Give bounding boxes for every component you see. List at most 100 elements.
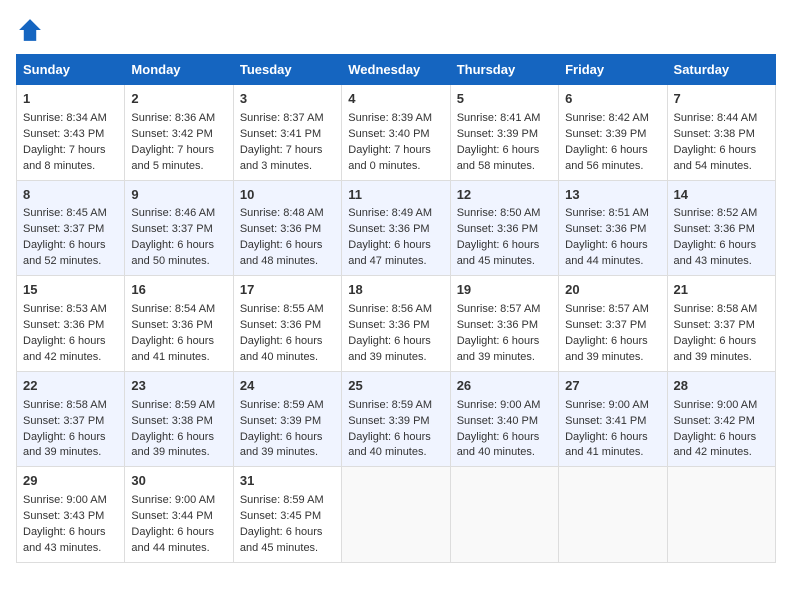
sunset-label: Sunset: 3:39 PM: [348, 415, 429, 427]
sunrise-label: Sunrise: 8:59 AM: [131, 399, 215, 411]
daylight-label: Daylight: 6 hours and 45 minutes.: [240, 526, 323, 554]
calendar-cell: 31Sunrise: 8:59 AMSunset: 3:45 PMDayligh…: [233, 467, 341, 563]
day-number: 8: [23, 186, 118, 205]
calendar-cell: 1 Sunrise: 8:34 AM Sunset: 3:43 PM Daylight…: [17, 85, 125, 181]
daylight-label: Daylight: 7 hours and 5 minutes.: [131, 144, 214, 172]
sunset-label: Sunset: 3:36 PM: [348, 223, 429, 235]
day-number: 27: [565, 377, 660, 396]
sunset-label: Sunset: 3:36 PM: [131, 319, 212, 331]
day-number: 15: [23, 281, 118, 300]
calendar-cell: [559, 467, 667, 563]
sunset-label: Sunset: 3:45 PM: [240, 510, 321, 522]
day-number: 6: [565, 90, 660, 109]
calendar-cell: 14Sunrise: 8:52 AMSunset: 3:36 PMDayligh…: [667, 180, 775, 276]
calendar-week-row: 22Sunrise: 8:58 AMSunset: 3:37 PMDayligh…: [17, 371, 776, 467]
day-number: 26: [457, 377, 552, 396]
calendar-table: SundayMondayTuesdayWednesdayThursdayFrid…: [16, 54, 776, 563]
calendar-cell: 3Sunrise: 8:37 AMSunset: 3:41 PMDaylight…: [233, 85, 341, 181]
sunset-label: Sunset: 3:43 PM: [23, 128, 104, 140]
sunset-label: Sunset: 3:43 PM: [23, 510, 104, 522]
sunrise-label: Sunrise: 8:56 AM: [348, 303, 432, 315]
sunset-label: Sunset: 3:36 PM: [457, 223, 538, 235]
col-header-saturday: Saturday: [667, 55, 775, 85]
calendar-cell: 8Sunrise: 8:45 AMSunset: 3:37 PMDaylight…: [17, 180, 125, 276]
col-header-wednesday: Wednesday: [342, 55, 450, 85]
sunset-label: Sunset: 3:37 PM: [674, 319, 755, 331]
day-number: 28: [674, 377, 769, 396]
calendar-cell: 18Sunrise: 8:56 AMSunset: 3:36 PMDayligh…: [342, 276, 450, 372]
sunrise-label: Sunrise: 8:59 AM: [240, 494, 324, 506]
daylight-label: Daylight: 6 hours and 41 minutes.: [131, 335, 214, 363]
sunrise-label: Sunrise: 8:41 AM: [457, 112, 541, 124]
daylight-label: Daylight: 6 hours and 44 minutes.: [131, 526, 214, 554]
day-number: 21: [674, 281, 769, 300]
calendar-week-row: 1 Sunrise: 8:34 AM Sunset: 3:43 PM Daylight…: [17, 85, 776, 181]
day-number: 19: [457, 281, 552, 300]
calendar-cell: 5Sunrise: 8:41 AMSunset: 3:39 PMDaylight…: [450, 85, 558, 181]
calendar-cell: 4Sunrise: 8:39 AMSunset: 3:40 PMDaylight…: [342, 85, 450, 181]
sunrise-label: Sunrise: 8:46 AM: [131, 207, 215, 219]
sunset-label: Sunset: 3:36 PM: [23, 319, 104, 331]
calendar-cell: 11Sunrise: 8:49 AMSunset: 3:36 PMDayligh…: [342, 180, 450, 276]
sunset-label: Sunset: 3:40 PM: [457, 415, 538, 427]
sunrise-label: Sunrise: 8:58 AM: [674, 303, 758, 315]
sunrise-label: Sunrise: 8:58 AM: [23, 399, 107, 411]
calendar-cell: 12Sunrise: 8:50 AMSunset: 3:36 PMDayligh…: [450, 180, 558, 276]
calendar-cell: 13Sunrise: 8:51 AMSunset: 3:36 PMDayligh…: [559, 180, 667, 276]
day-number: 14: [674, 186, 769, 205]
daylight-label: Daylight: 6 hours and 42 minutes.: [23, 335, 106, 363]
daylight-label: Daylight: 7 hours and 3 minutes.: [240, 144, 323, 172]
sunrise-label: Sunrise: 9:00 AM: [131, 494, 215, 506]
daylight-label: Daylight: 6 hours and 40 minutes.: [348, 431, 431, 459]
col-header-tuesday: Tuesday: [233, 55, 341, 85]
sunrise-label: Sunrise: 8:44 AM: [674, 112, 758, 124]
calendar-cell: 26Sunrise: 9:00 AMSunset: 3:40 PMDayligh…: [450, 371, 558, 467]
calendar-cell: 24Sunrise: 8:59 AMSunset: 3:39 PMDayligh…: [233, 371, 341, 467]
sunrise-label: Sunrise: 8:51 AM: [565, 207, 649, 219]
col-header-sunday: Sunday: [17, 55, 125, 85]
sunrise-label: Sunrise: 8:59 AM: [240, 399, 324, 411]
sunrise-label: Sunrise: 9:00 AM: [674, 399, 758, 411]
daylight-label: Daylight: 7 hours and 0 minutes.: [348, 144, 431, 172]
sunrise-label: Sunrise: 8:59 AM: [348, 399, 432, 411]
logo-icon: [16, 16, 44, 44]
sunset-label: Sunset: 3:36 PM: [457, 319, 538, 331]
calendar-cell: 30Sunrise: 9:00 AMSunset: 3:44 PMDayligh…: [125, 467, 233, 563]
calendar-cell: 2Sunrise: 8:36 AMSunset: 3:42 PMDaylight…: [125, 85, 233, 181]
calendar-cell: 28Sunrise: 9:00 AMSunset: 3:42 PMDayligh…: [667, 371, 775, 467]
calendar-cell: 23Sunrise: 8:59 AMSunset: 3:38 PMDayligh…: [125, 371, 233, 467]
sunrise-label: Sunrise: 8:34 AM: [23, 112, 107, 124]
day-number: 22: [23, 377, 118, 396]
calendar-week-row: 15Sunrise: 8:53 AMSunset: 3:36 PMDayligh…: [17, 276, 776, 372]
sunset-label: Sunset: 3:36 PM: [674, 223, 755, 235]
day-number: 1: [23, 90, 118, 109]
sunrise-label: Sunrise: 8:57 AM: [565, 303, 649, 315]
calendar-cell: 15Sunrise: 8:53 AMSunset: 3:36 PMDayligh…: [17, 276, 125, 372]
sunset-label: Sunset: 3:39 PM: [457, 128, 538, 140]
daylight-label: Daylight: 7 hours and 8 minutes.: [23, 144, 106, 172]
daylight-label: Daylight: 6 hours and 54 minutes.: [674, 144, 757, 172]
sunset-label: Sunset: 3:41 PM: [565, 415, 646, 427]
sunrise-label: Sunrise: 9:00 AM: [23, 494, 107, 506]
daylight-label: Daylight: 6 hours and 42 minutes.: [674, 431, 757, 459]
sunset-label: Sunset: 3:41 PM: [240, 128, 321, 140]
sunset-label: Sunset: 3:38 PM: [131, 415, 212, 427]
day-number: 4: [348, 90, 443, 109]
calendar-cell: 27Sunrise: 9:00 AMSunset: 3:41 PMDayligh…: [559, 371, 667, 467]
header-row: SundayMondayTuesdayWednesdayThursdayFrid…: [17, 55, 776, 85]
daylight-label: Daylight: 6 hours and 39 minutes.: [240, 431, 323, 459]
sunrise-label: Sunrise: 8:45 AM: [23, 207, 107, 219]
daylight-label: Daylight: 6 hours and 39 minutes.: [23, 431, 106, 459]
sunrise-label: Sunrise: 8:54 AM: [131, 303, 215, 315]
calendar-cell: 7Sunrise: 8:44 AMSunset: 3:38 PMDaylight…: [667, 85, 775, 181]
calendar-cell: 17Sunrise: 8:55 AMSunset: 3:36 PMDayligh…: [233, 276, 341, 372]
day-number: 29: [23, 472, 118, 491]
daylight-label: Daylight: 6 hours and 52 minutes.: [23, 239, 106, 267]
calendar-cell: [667, 467, 775, 563]
sunrise-label: Sunrise: 8:39 AM: [348, 112, 432, 124]
day-number: 16: [131, 281, 226, 300]
sunset-label: Sunset: 3:36 PM: [240, 319, 321, 331]
calendar-cell: [342, 467, 450, 563]
col-header-thursday: Thursday: [450, 55, 558, 85]
logo: [16, 16, 48, 44]
